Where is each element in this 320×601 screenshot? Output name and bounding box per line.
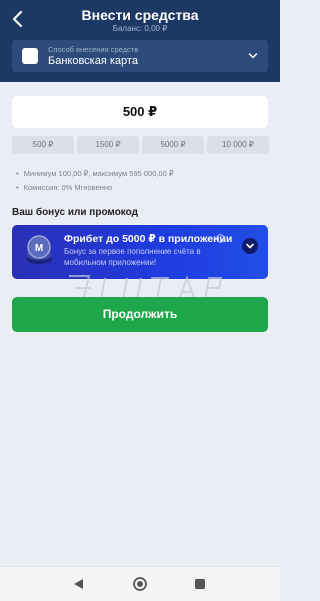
home-circle-icon[interactable] — [132, 576, 148, 592]
payment-method-label: Способ внесения средств — [48, 45, 139, 54]
quick-amount-1500[interactable]: 1500 ₽ — [77, 136, 139, 154]
quick-amount-5000[interactable]: 5000 ₽ — [142, 136, 204, 154]
limits-info: Минимум 100,00 ₽, максимум 595 000,00 ₽ — [16, 169, 174, 178]
card-icon — [22, 48, 38, 64]
page-title: Внести средства — [81, 7, 199, 23]
payment-method-select[interactable]: Способ внесения средств Банковская карта — [12, 40, 268, 72]
quick-amount-500[interactable]: 500 ₽ — [12, 136, 74, 154]
info-icon[interactable] — [216, 234, 225, 243]
svg-text:M: M — [35, 243, 43, 254]
header: Внести средства Баланс: 0,00 ₽ Способ вн… — [0, 0, 280, 82]
bonus-card[interactable]: M Фрибет до 5000 ₽ в приложении Бонус за… — [12, 225, 268, 279]
bonus-description: Бонус за первое пополнение счёта в мобил… — [64, 247, 201, 267]
payment-method-value: Банковская карта — [48, 55, 138, 67]
continue-button[interactable]: Продолжить — [12, 297, 268, 332]
balance-text: Баланс: 0,00 ₽ — [112, 24, 168, 33]
coin-icon: M — [26, 235, 52, 264]
bonus-title: Фрибет до 5000 ₽ в приложении — [64, 233, 233, 245]
commission-info: Комиссия: 0% Мгновенно — [16, 183, 113, 192]
recents-square-icon[interactable] — [192, 576, 208, 592]
quick-amounts: 500 ₽ 1500 ₽ 5000 ₽ 10 000 ₽ — [12, 136, 269, 154]
system-navbar — [0, 566, 280, 601]
bonus-expand-button[interactable] — [242, 238, 258, 254]
back-triangle-icon[interactable] — [71, 576, 87, 592]
chevron-down-icon — [246, 243, 254, 249]
bonus-section-title: Ваш бонус или промокод — [12, 207, 138, 218]
quick-amount-10000[interactable]: 10 000 ₽ — [207, 136, 269, 154]
amount-input[interactable]: 500 ₽ — [12, 96, 268, 128]
chevron-down-icon — [248, 53, 258, 59]
